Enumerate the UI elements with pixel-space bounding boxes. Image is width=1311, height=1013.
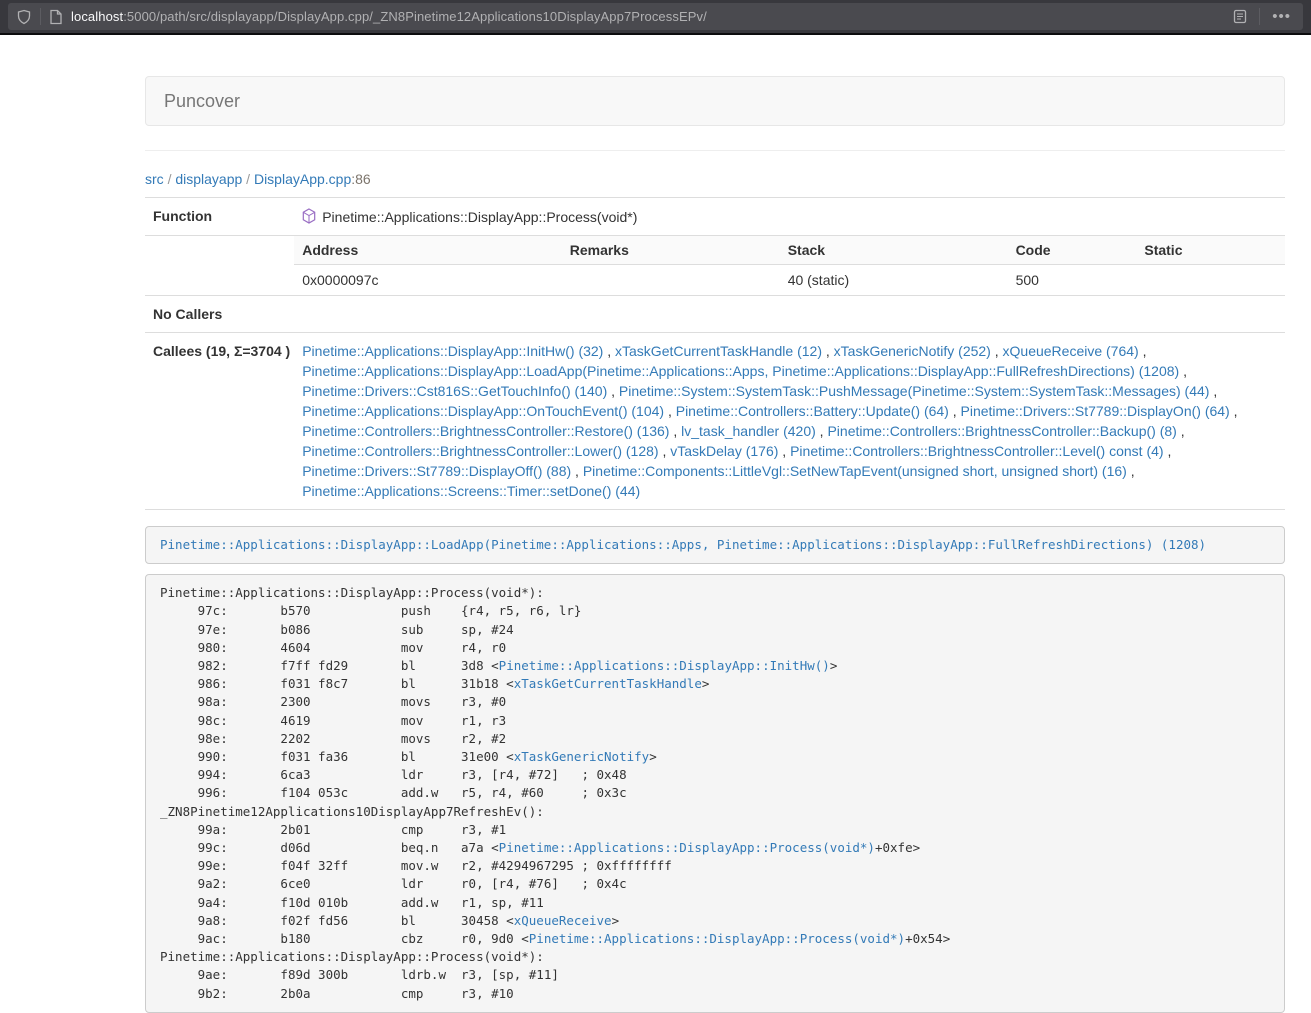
callee-link[interactable]: Pinetime::Controllers::BrightnessControl…: [827, 423, 1176, 439]
callee-link[interactable]: vTaskDelay (176): [670, 443, 778, 459]
browser-toolbar: localhost:5000/path/src/displayapp/Displ…: [0, 0, 1311, 35]
page-container: Puncover src / displayapp / DisplayApp.c…: [145, 76, 1285, 1013]
callee-link[interactable]: Pinetime::Controllers::BrightnessControl…: [302, 443, 658, 459]
cell-stack: 40 (static): [780, 265, 1008, 296]
breadcrumb: src / displayapp / DisplayApp.cpp:86: [145, 171, 1285, 187]
callee-separator: ,: [664, 403, 676, 419]
page-actions-icon[interactable]: •••: [1268, 8, 1295, 25]
no-callers-row: No Callers: [145, 296, 1285, 333]
breadcrumb-link-src[interactable]: src: [145, 171, 164, 187]
asm-symbol-link[interactable]: Pinetime::Applications::DisplayApp::Init…: [499, 658, 830, 673]
callee-separator: ,: [1139, 343, 1147, 359]
stats-data-row: 0x0000097c 40 (static) 500: [294, 265, 1285, 296]
callee-link[interactable]: xQueueReceive (764): [1003, 343, 1139, 359]
callee-separator: ,: [1164, 443, 1172, 459]
shield-icon[interactable]: [16, 9, 32, 25]
asm-symbol-link[interactable]: Pinetime::Applications::DisplayApp::Proc…: [499, 840, 875, 855]
callee-separator: ,: [949, 403, 961, 419]
divider: [145, 150, 1285, 151]
function-label: Function: [145, 198, 294, 236]
callees-list: Pinetime::Applications::DisplayApp::Init…: [294, 333, 1285, 510]
breadcrumb-separator: /: [246, 171, 250, 187]
callee-link[interactable]: Pinetime::Applications::DisplayApp::Init…: [302, 343, 603, 359]
callees-label: Callees (19, Σ=3704 ): [145, 333, 294, 510]
col-address: Address: [294, 236, 562, 265]
asm-symbol-link[interactable]: xTaskGenericNotify: [514, 749, 649, 764]
callee-separator: ,: [822, 343, 834, 359]
callees-row: Callees (19, Σ=3704 ) Pinetime::Applicat…: [145, 333, 1285, 510]
col-static: Static: [1136, 236, 1285, 265]
asm-symbol-link[interactable]: Pinetime::Applications::DisplayApp::Proc…: [529, 931, 905, 946]
callee-link[interactable]: Pinetime::Applications::Screens::Timer::…: [302, 483, 640, 499]
app-header: Puncover: [145, 76, 1285, 126]
col-stack: Stack: [780, 236, 1008, 265]
callee-link[interactable]: Pinetime::Controllers::Battery::Update()…: [676, 403, 949, 419]
urlbar-divider: [40, 8, 41, 25]
asm-symbol-link[interactable]: xTaskGetCurrentTaskHandle: [514, 676, 702, 691]
breadcrumb-link-file[interactable]: DisplayApp.cpp: [254, 171, 351, 187]
url-text: localhost:5000/path/src/displayapp/Displ…: [71, 9, 1229, 24]
breadcrumb-link-displayapp[interactable]: displayapp: [175, 171, 242, 187]
callee-separator: ,: [669, 423, 681, 439]
callee-link[interactable]: Pinetime::Drivers::Cst816S::GetTouchInfo…: [302, 383, 607, 399]
callee-link[interactable]: lv_task_handler (420): [681, 423, 816, 439]
function-row: Function Pinetime::Applications::Display…: [145, 198, 1285, 236]
callee-link[interactable]: Pinetime::Components::LittleVgl::SetNewT…: [583, 463, 1127, 479]
stats-table: Address Remarks Stack Code Static 0x0000…: [294, 236, 1285, 295]
col-remarks: Remarks: [562, 236, 780, 265]
callee-link[interactable]: Pinetime::Applications::DisplayApp::Load…: [302, 363, 1179, 379]
assembly-listing: Pinetime::Applications::DisplayApp::Proc…: [145, 574, 1285, 1013]
callee-separator: ,: [659, 443, 671, 459]
stats-header-row: Address Remarks Stack Code Static: [294, 236, 1285, 265]
col-code: Code: [1008, 236, 1137, 265]
callee-separator: ,: [1230, 403, 1238, 419]
no-callers-label: No Callers: [145, 296, 294, 333]
function-stats-row: Address Remarks Stack Code Static 0x0000…: [145, 236, 1285, 296]
callee-separator: ,: [1179, 363, 1187, 379]
url-path: :5000/path/src/displayapp/DisplayApp.cpp…: [123, 9, 707, 24]
callee-separator: ,: [1177, 423, 1185, 439]
callee-link[interactable]: Pinetime::Drivers::St7789::DisplayOff() …: [302, 463, 571, 479]
callee-separator: ,: [991, 343, 1003, 359]
callee-link[interactable]: Pinetime::Controllers::BrightnessControl…: [302, 423, 669, 439]
callee-link[interactable]: Pinetime::Drivers::St7789::DisplayOn() (…: [961, 403, 1230, 419]
caller-snippet-block: Pinetime::Applications::DisplayApp::Load…: [145, 526, 1285, 564]
callee-separator: ,: [1127, 463, 1135, 479]
callee-separator: ,: [571, 463, 583, 479]
app-brand: Puncover: [164, 91, 240, 112]
callee-link[interactable]: Pinetime::Applications::DisplayApp::OnTo…: [302, 403, 664, 419]
callee-separator: ,: [778, 443, 790, 459]
urlbar-divider-right: [1259, 8, 1260, 25]
url-host: localhost: [71, 9, 123, 24]
callee-link[interactable]: xTaskGetCurrentTaskHandle (12): [615, 343, 822, 359]
callee-separator: ,: [603, 343, 615, 359]
asm-symbol-link[interactable]: xQueueReceive: [514, 913, 612, 928]
snippet-link[interactable]: Pinetime::Applications::DisplayApp::Load…: [160, 537, 1206, 552]
cell-static: [1136, 265, 1285, 296]
cell-code: 500: [1008, 265, 1137, 296]
reader-mode-icon[interactable]: [1233, 9, 1247, 24]
callee-separator: ,: [1209, 383, 1217, 399]
function-name: Pinetime::Applications::DisplayApp::Proc…: [322, 207, 637, 227]
cell-remarks: [562, 265, 780, 296]
breadcrumb-line-number: :86: [351, 171, 370, 187]
callee-link[interactable]: Pinetime::Controllers::BrightnessControl…: [790, 443, 1163, 459]
callee-link[interactable]: xTaskGenericNotify (252): [834, 343, 991, 359]
url-input[interactable]: localhost:5000/path/src/displayapp/Displ…: [8, 3, 1303, 30]
symbol-cube-icon: [302, 208, 316, 229]
callee-separator: ,: [816, 423, 828, 439]
cell-address: 0x0000097c: [294, 265, 562, 296]
breadcrumb-separator: /: [168, 171, 172, 187]
callee-link[interactable]: Pinetime::System::SystemTask::PushMessag…: [619, 383, 1210, 399]
function-table: Function Pinetime::Applications::Display…: [145, 197, 1285, 510]
callee-separator: ,: [607, 383, 619, 399]
page-identity-icon[interactable]: [49, 9, 63, 25]
